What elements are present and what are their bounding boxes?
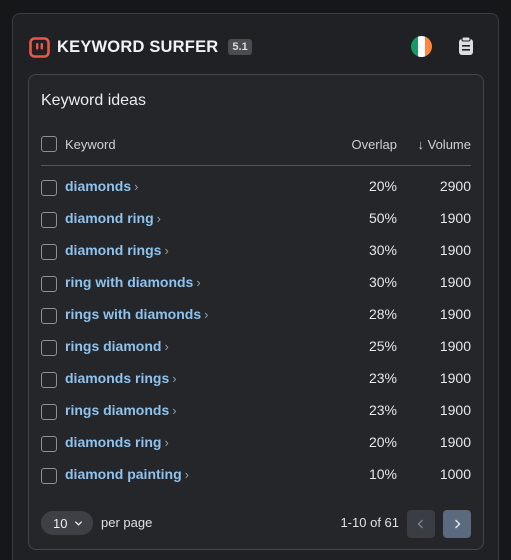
table-row: rings with diamonds › 28% 1900 — [29, 300, 483, 332]
keyword-link[interactable]: diamonds › — [65, 178, 138, 194]
volume-value: 1900 — [439, 242, 471, 258]
chevron-right-icon: › — [184, 467, 189, 482]
keyword-text: diamonds — [65, 178, 132, 194]
page-size-select[interactable]: 10 — [41, 511, 93, 535]
row-checkbox[interactable] — [41, 308, 57, 324]
row-checkbox[interactable] — [41, 468, 57, 484]
keyword-text: diamonds rings — [65, 370, 170, 386]
row-checkbox[interactable] — [41, 372, 57, 388]
keyword-link[interactable]: diamond painting › — [65, 466, 189, 482]
volume-value: 1900 — [439, 370, 471, 386]
volume-value: 1900 — [439, 402, 471, 418]
previous-page-button[interactable] — [407, 510, 435, 538]
chevron-right-icon: › — [164, 435, 169, 450]
keyword-text: rings with diamonds — [65, 306, 202, 322]
keyword-surfer-logo-icon — [29, 36, 50, 58]
chevron-right-icon: › — [172, 403, 177, 418]
table-row: diamonds ring › 20% 1900 — [29, 428, 483, 460]
chevron-left-icon — [417, 519, 423, 529]
keyword-column-header[interactable]: Keyword — [65, 137, 116, 152]
volume-value: 1000 — [439, 466, 471, 482]
overlap-value: 23% — [368, 402, 397, 418]
widget-header: KEYWORD SURFER 5.1 — [29, 35, 482, 59]
keyword-ideas-card: Keyword ideas Keyword Overlap ↓ Volume d… — [28, 74, 484, 550]
volume-column-label: Volume — [427, 137, 471, 152]
overlap-value: 30% — [368, 242, 397, 258]
pagination-range: 1-10 of 61 — [340, 515, 399, 530]
row-checkbox[interactable] — [41, 180, 57, 196]
table-row: ring with diamonds › 30% 1900 — [29, 268, 483, 300]
volume-value: 1900 — [439, 306, 471, 322]
overlap-value: 28% — [368, 306, 397, 322]
volume-column-header[interactable]: ↓ Volume — [418, 137, 472, 152]
overlap-value: 50% — [368, 210, 397, 226]
keyword-link[interactable]: rings with diamonds › — [65, 306, 208, 322]
chevron-right-icon: › — [156, 211, 162, 226]
row-checkbox[interactable] — [41, 436, 57, 452]
keyword-link[interactable]: rings diamonds › — [65, 402, 177, 418]
keyword-link[interactable]: ring with diamonds › — [65, 274, 201, 290]
overlap-value: 20% — [368, 178, 397, 194]
volume-value: 1900 — [439, 274, 471, 290]
chevron-right-icon — [455, 519, 461, 529]
pagination-footer: 10 per page 1-10 of 61 — [41, 510, 471, 538]
table-row: diamond ring › 50% 1900 — [29, 204, 483, 236]
keyword-surfer-widget: KEYWORD SURFER 5.1 Keyword ideas Keyword… — [12, 13, 499, 560]
keyword-text: diamonds ring — [65, 434, 162, 450]
volume-value: 1900 — [439, 338, 471, 354]
page-size-value: 10 — [53, 515, 68, 531]
sort-down-arrow-icon: ↓ — [417, 137, 425, 152]
keyword-link[interactable]: diamonds ring › — [65, 434, 169, 450]
chevron-right-icon: › — [196, 275, 201, 290]
table-row: diamond painting › 10% 1000 — [29, 460, 483, 492]
volume-value: 2900 — [439, 178, 471, 194]
row-checkbox[interactable] — [41, 404, 57, 420]
table-row: diamond rings › 30% 1900 — [29, 236, 483, 268]
volume-value: 1900 — [439, 210, 471, 226]
table-row: diamonds rings › 23% 1900 — [29, 364, 483, 396]
keyword-text: rings diamond — [65, 338, 162, 354]
chevron-right-icon: › — [134, 179, 139, 194]
next-page-button[interactable] — [443, 510, 471, 538]
keyword-text: diamond ring — [65, 210, 154, 226]
overlap-value: 10% — [368, 466, 397, 482]
keyword-text: rings diamonds — [65, 402, 170, 418]
row-checkbox[interactable] — [41, 276, 57, 292]
ireland-flag-icon[interactable] — [411, 36, 432, 57]
table-row: rings diamond › 25% 1900 — [29, 332, 483, 364]
keyword-text: diamond painting — [65, 466, 182, 482]
header-divider — [41, 165, 471, 166]
table-header: Keyword Overlap ↓ Volume — [29, 75, 483, 165]
brand-title: KEYWORD SURFER — [57, 37, 219, 56]
keyword-link[interactable]: diamond ring › — [65, 210, 161, 226]
keyword-text: diamond rings — [65, 242, 162, 258]
keyword-text: ring with diamonds — [65, 274, 194, 290]
table-row: diamonds › 20% 2900 — [29, 172, 483, 204]
volume-value: 1900 — [439, 434, 471, 450]
notepad-icon[interactable] — [456, 36, 476, 57]
overlap-value: 23% — [368, 370, 397, 386]
chevron-down-icon — [75, 520, 83, 526]
chevron-right-icon: › — [204, 307, 209, 322]
keyword-link[interactable]: diamonds rings › — [65, 370, 177, 386]
overlap-value: 20% — [368, 434, 397, 450]
overlap-value: 25% — [368, 338, 397, 354]
per-page-label: per page — [101, 515, 153, 530]
table-row: rings diamonds › 23% 1900 — [29, 396, 483, 428]
chevron-right-icon: › — [172, 371, 177, 386]
keyword-link[interactable]: diamond rings › — [65, 242, 169, 258]
row-checkbox[interactable] — [41, 340, 57, 356]
keyword-link[interactable]: rings diamond › — [65, 338, 169, 354]
row-checkbox[interactable] — [41, 212, 57, 228]
chevron-right-icon: › — [164, 243, 169, 258]
select-all-checkbox[interactable] — [41, 136, 57, 152]
version-badge: 5.1 — [228, 39, 252, 55]
overlap-column-header[interactable]: Overlap — [351, 137, 397, 152]
overlap-value: 30% — [368, 274, 397, 290]
row-checkbox[interactable] — [41, 244, 57, 260]
chevron-right-icon: › — [164, 339, 169, 354]
